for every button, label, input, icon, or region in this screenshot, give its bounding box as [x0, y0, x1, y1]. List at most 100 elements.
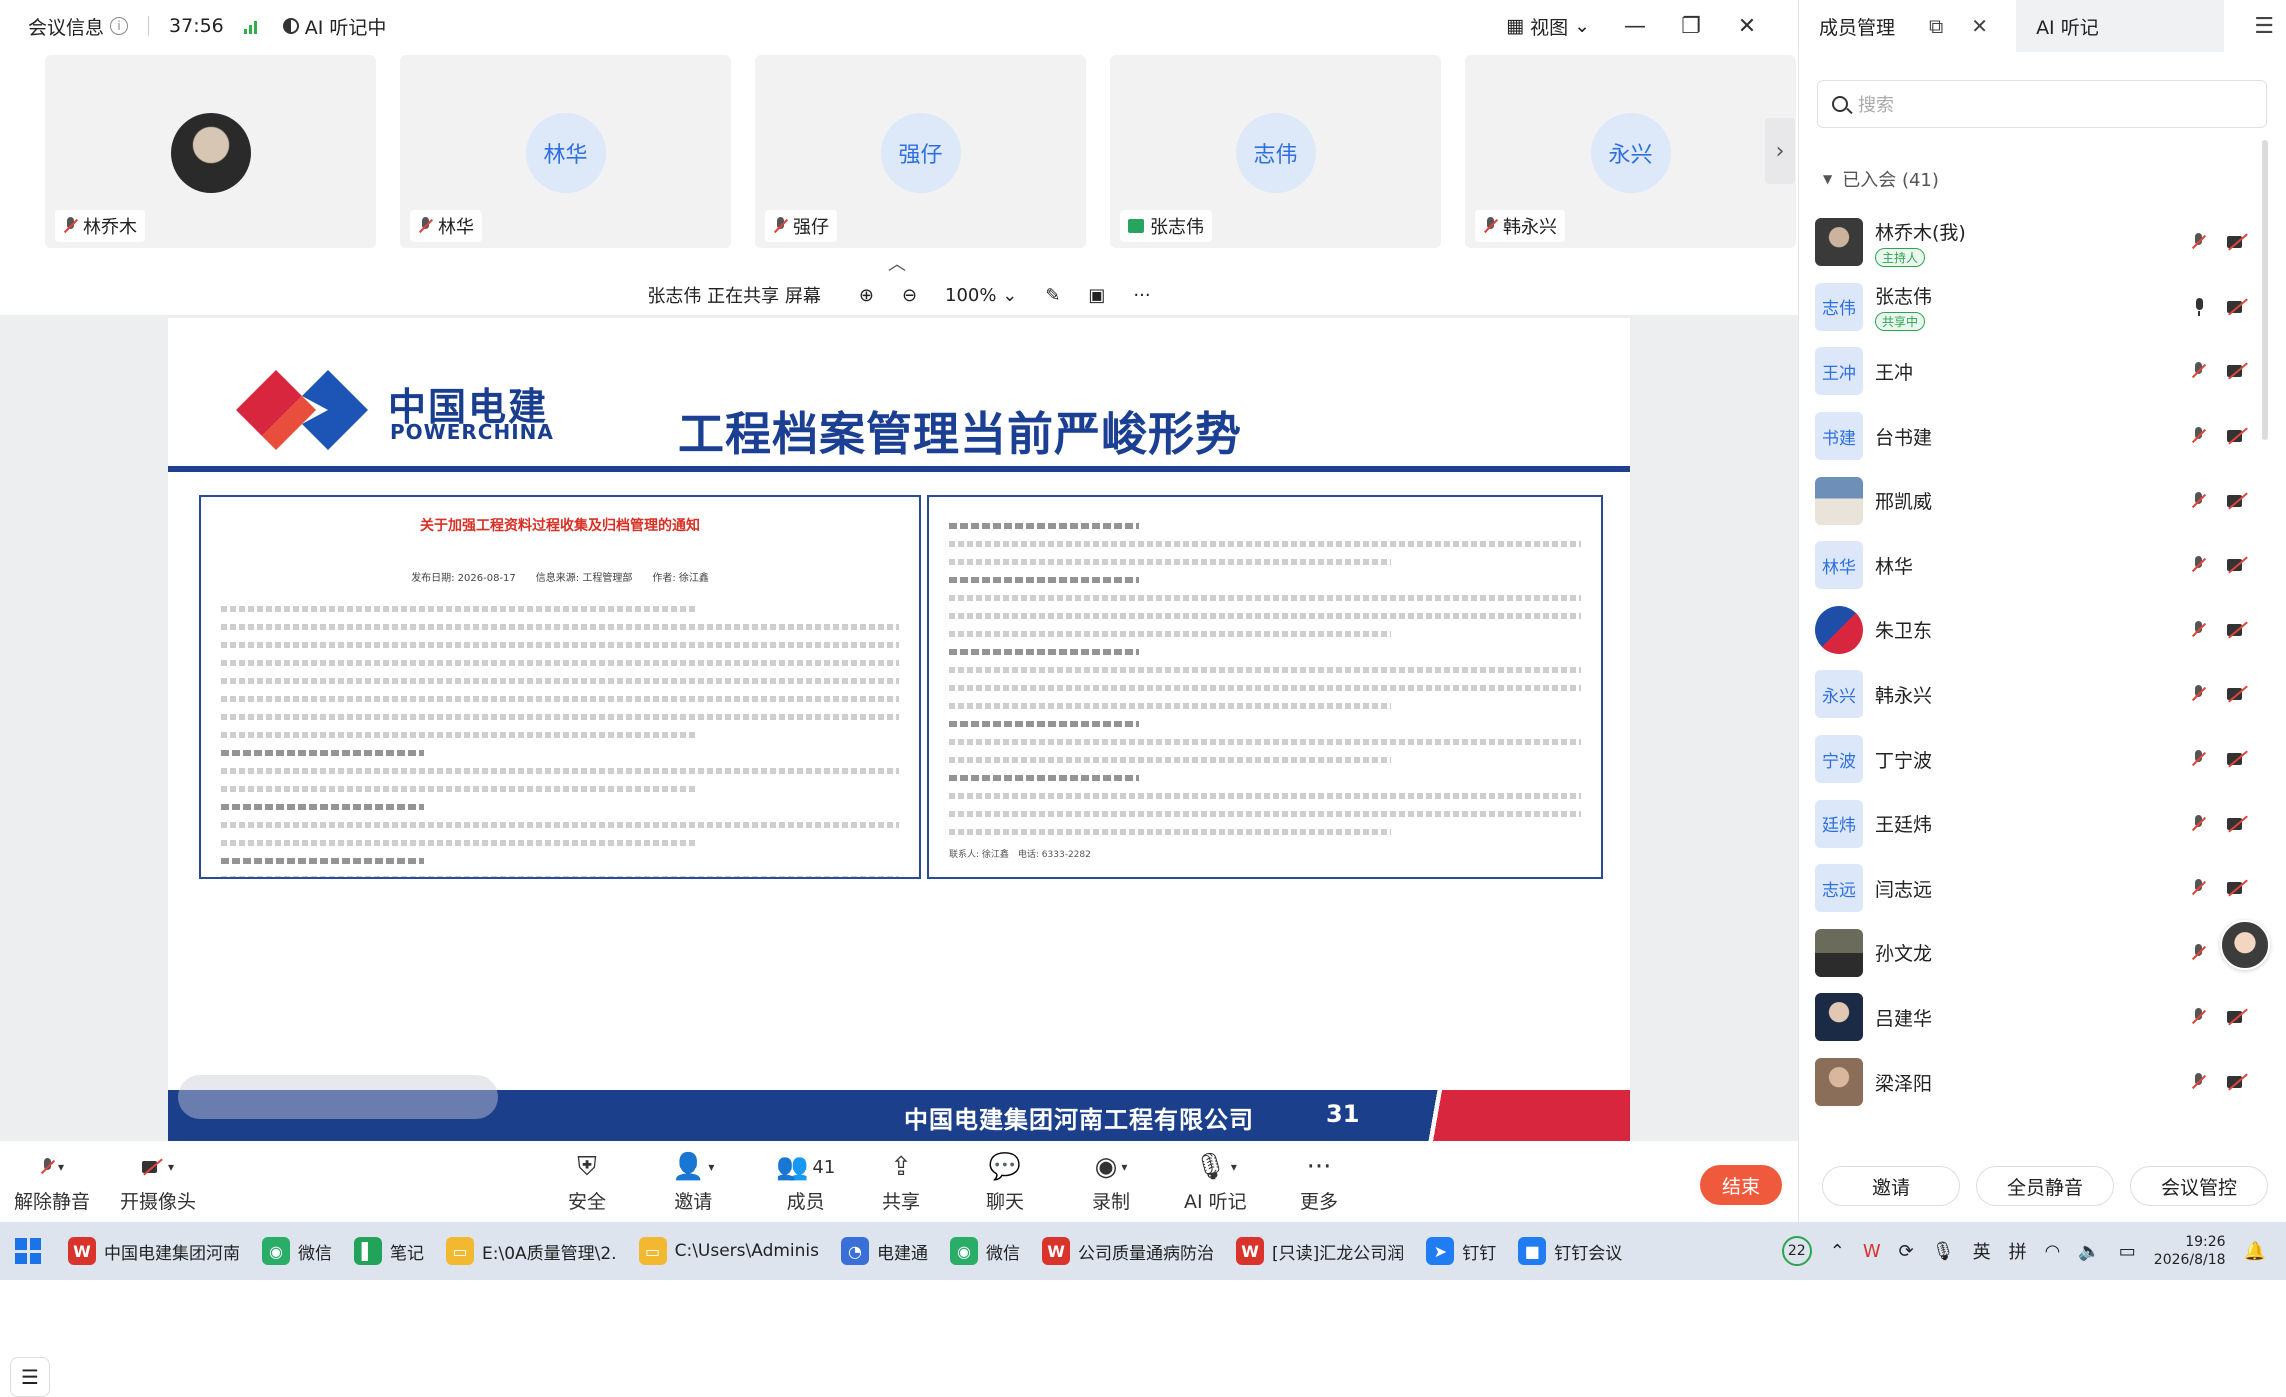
member-row[interactable]: 志伟 张志伟 共享中	[1799, 275, 2269, 340]
ime-english[interactable]: 英	[1973, 1238, 1991, 1264]
slide-control-bar[interactable]	[178, 1075, 498, 1119]
collapse-thumbnails-icon[interactable]: ︿	[888, 250, 906, 276]
remote-control-icon[interactable]: ▣	[1088, 285, 1105, 306]
mic-muted-icon[interactable]	[2191, 427, 2205, 445]
battery-icon[interactable]: ▭	[2119, 1241, 2136, 1262]
meeting-control-button[interactable]: 会议管控	[2130, 1166, 2268, 1206]
more-button[interactable]: ··· 更多	[1300, 1151, 1338, 1214]
meeting-info-button[interactable]: 会议信息 i	[28, 13, 129, 40]
chevron-up-icon[interactable]: ⌃	[1830, 1241, 1845, 1262]
camera-off-icon[interactable]	[2227, 686, 2249, 702]
popout-icon[interactable]: ⧉	[1929, 14, 1943, 38]
tab-members[interactable]: 成员管理	[1799, 0, 1915, 52]
joined-group-header[interactable]: ▼ 已入会 (41)	[1823, 166, 1939, 192]
mic-muted-icon[interactable]	[2191, 814, 2205, 833]
security-button[interactable]: ⛨ 安全	[568, 1151, 606, 1214]
member-row[interactable]: 吕建华	[1799, 985, 2269, 1050]
member-row[interactable]: 林乔木(我) 主持人	[1799, 210, 2269, 275]
view-button[interactable]: ▦ 视图 ⌄	[1506, 13, 1590, 40]
taskbar-app[interactable]: ◉ 微信	[254, 1222, 346, 1280]
mic-muted-icon[interactable]	[2191, 879, 2205, 897]
subtitle-icon[interactable]: ☰	[10, 1357, 50, 1397]
member-row[interactable]: 邢凯威	[1799, 468, 2269, 533]
mute-all-button[interactable]: 全员静音	[1976, 1166, 2114, 1206]
camera-off-icon[interactable]	[2227, 299, 2249, 315]
mic-muted-icon[interactable]	[2191, 943, 2205, 962]
zoom-select[interactable]: 100% ⌄	[945, 285, 1017, 306]
mic-muted-icon[interactable]	[2191, 1073, 2205, 1091]
ime-pinyin[interactable]: 拼	[2009, 1238, 2027, 1264]
camera-button[interactable]: ▾ 开摄像头	[120, 1151, 196, 1214]
mic-muted-icon[interactable]	[2191, 362, 2205, 380]
member-row[interactable]: 志远 闫志远	[1799, 856, 2269, 921]
member-row[interactable]: 王冲 王冲	[1799, 339, 2269, 404]
invite-button[interactable]: 邀请	[1822, 1166, 1960, 1206]
chat-button[interactable]: 💬 聊天	[986, 1151, 1024, 1214]
camera-off-icon[interactable]	[2227, 557, 2249, 573]
unmute-button[interactable]: ▾ 解除静音	[14, 1151, 90, 1214]
camera-off-icon[interactable]	[2227, 880, 2249, 896]
panel-scrollbar[interactable]	[2262, 140, 2268, 440]
more-icon[interactable]: ···	[1133, 285, 1150, 306]
members-button[interactable]: 👥 41 成员	[776, 1151, 835, 1214]
share-button[interactable]: ⇪ 共享	[882, 1151, 920, 1214]
taskbar-app[interactable]: ◉ 微信	[942, 1222, 1034, 1280]
end-meeting-button[interactable]: 结束	[1700, 1165, 1782, 1205]
mic-muted-icon[interactable]	[2191, 620, 2205, 639]
member-search-input[interactable]: 搜索	[1817, 80, 2267, 128]
annotate-pen-icon[interactable]: ✎	[1045, 285, 1060, 306]
member-row[interactable]: 廷炜 王廷炜	[1799, 791, 2269, 856]
mic-muted-icon[interactable]	[2191, 491, 2205, 510]
mic-muted-icon[interactable]	[2191, 233, 2205, 251]
camera-off-icon[interactable]	[2227, 622, 2249, 638]
close-icon[interactable]: ✕	[1971, 14, 1988, 38]
taskbar-app[interactable]: ◔ 电建通	[833, 1222, 942, 1280]
taskbar-app[interactable]: ➤ 钉钉	[1418, 1222, 1510, 1280]
taskbar-app[interactable]: W 公司质量通病防治	[1034, 1222, 1228, 1280]
member-row[interactable]: 孙文龙	[1799, 921, 2269, 986]
windows-start-icon[interactable]	[6, 1229, 50, 1273]
taskbar-app[interactable]: ▭ E:\0A质量管理\2.	[438, 1222, 631, 1280]
member-row[interactable]: 书建 台书建	[1799, 404, 2269, 469]
taskbar-app[interactable]: ■ 钉钉会议	[1510, 1222, 1636, 1280]
mic-muted-icon[interactable]	[2191, 1008, 2205, 1026]
tab-ai-notes[interactable]: AI 听记	[2016, 0, 2225, 52]
tray-badge[interactable]: 22	[1781, 1236, 1812, 1266]
camera-off-icon[interactable]	[2227, 493, 2249, 509]
video-tile[interactable]: 志伟 张志伟	[1110, 55, 1441, 248]
taskbar-app[interactable]: W [只读]汇龙公司润	[1228, 1222, 1418, 1280]
wps-tray-icon[interactable]: W	[1863, 1241, 1881, 1262]
taskbar-app[interactable]: ▌ 笔记	[346, 1222, 438, 1280]
member-row[interactable]: 永兴 韩永兴	[1799, 662, 2269, 727]
taskbar-app[interactable]: W 中国电建集团河南	[60, 1222, 254, 1280]
mic-icon[interactable]	[2193, 297, 2205, 316]
camera-off-icon[interactable]	[2227, 816, 2249, 832]
wifi-icon[interactable]: ◠	[2045, 1241, 2061, 1262]
camera-off-icon[interactable]	[2227, 751, 2249, 767]
video-tile[interactable]: 永兴 韩永兴	[1465, 55, 1796, 248]
menu-icon[interactable]: ☰	[2254, 14, 2274, 39]
zoom-out-icon[interactable]: ⊖	[902, 285, 917, 306]
chevron-right-icon[interactable]: ›	[1765, 118, 1795, 184]
camera-off-icon[interactable]	[2227, 1009, 2249, 1025]
ai-notes-status[interactable]: AI 听记中	[282, 13, 386, 40]
minimize-icon[interactable]: —	[1624, 14, 1646, 39]
video-tile[interactable]: 林华 林华	[400, 55, 731, 248]
ai-notes-button[interactable]: 🎙 ▾ AI 听记	[1184, 1151, 1247, 1214]
mic-muted-icon[interactable]	[2191, 685, 2205, 703]
member-row[interactable]: 朱卫东	[1799, 598, 2269, 663]
notification-bell-icon[interactable]: 🔔	[2244, 1241, 2266, 1262]
speaker-icon[interactable]: 🔈	[2078, 1241, 2100, 1262]
clock[interactable]: 19:26 2026/8/18	[2154, 1233, 2226, 1269]
record-button[interactable]: ◉ ▾ 录制	[1092, 1151, 1130, 1214]
mic-muted-icon[interactable]	[2191, 556, 2205, 574]
sync-icon[interactable]: ⟳	[1899, 1241, 1914, 1262]
video-tile[interactable]: 强仔 强仔	[755, 55, 1086, 248]
member-row[interactable]: 宁波 丁宁波	[1799, 727, 2269, 792]
invite-button[interactable]: 👤 ▾ 邀请	[672, 1151, 714, 1214]
camera-off-icon[interactable]	[2227, 1074, 2249, 1090]
close-icon[interactable]: ✕	[1736, 14, 1758, 39]
restore-icon[interactable]: ❐	[1680, 14, 1702, 39]
taskbar-app[interactable]: ▭ C:\Users\Adminis	[631, 1222, 833, 1280]
zoom-in-icon[interactable]: ⊕	[859, 285, 874, 306]
